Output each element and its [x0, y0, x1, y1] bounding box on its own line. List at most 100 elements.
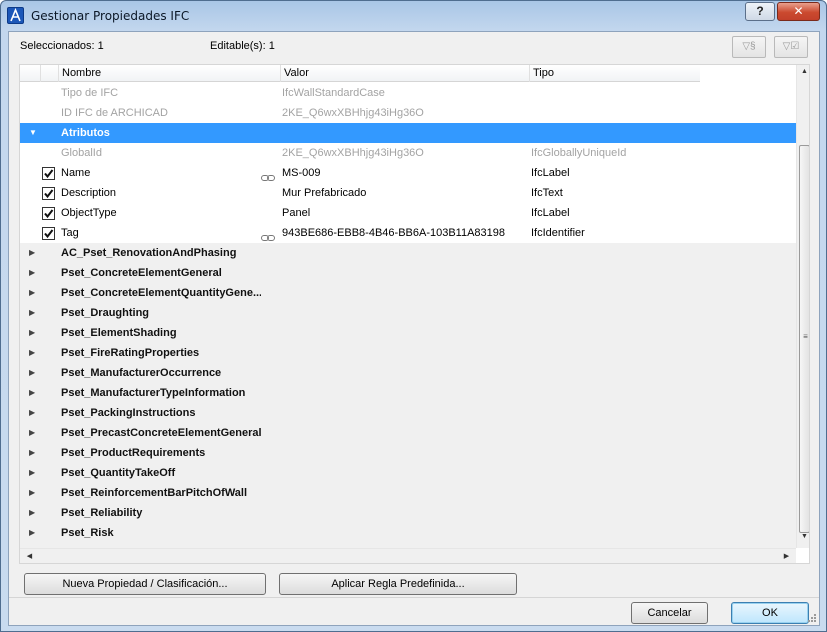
- include-checkbox[interactable]: [42, 187, 55, 200]
- column-header-name[interactable]: Nombre: [58, 65, 280, 82]
- expand-triangle-icon[interactable]: ▶: [29, 383, 35, 403]
- property-name: Pset_ReinforcementBarPitchOfWall: [61, 487, 248, 499]
- grid-header: Nombre Valor Tipo: [20, 65, 700, 82]
- property-set-row[interactable]: ▶ Pset_ConcreteElementQuantityGene...: [20, 283, 796, 303]
- property-set-row[interactable]: ▶ Pset_FireRatingProperties: [20, 343, 796, 363]
- expand-triangle-icon[interactable]: ▶: [29, 423, 35, 443]
- grip-lines-icon: ≡: [803, 332, 808, 341]
- expand-triangle-icon[interactable]: ▶: [29, 343, 35, 363]
- property-row[interactable]: Tipo de IFC IfcWallStandardCase: [20, 83, 796, 103]
- property-type: [531, 103, 771, 123]
- expand-triangle-icon[interactable]: ▶: [29, 283, 35, 303]
- filter-check-icon: ▽☑: [782, 41, 800, 52]
- include-checkbox[interactable]: [42, 167, 55, 180]
- property-value[interactable]: Mur Prefabricado: [282, 183, 528, 203]
- property-type: IfcLabel: [531, 167, 570, 179]
- scroll-right-icon[interactable]: ▶: [779, 552, 794, 560]
- property-row[interactable]: ID IFC de ARCHICAD 2KE_Q6wxXBHhjg43iHg36O: [20, 103, 796, 123]
- property-name: Pset_ProductRequirements: [61, 447, 206, 459]
- scroll-left-icon[interactable]: ◀: [22, 552, 37, 560]
- column-header-type[interactable]: Tipo: [529, 65, 700, 82]
- property-value: IfcWallStandardCase: [282, 87, 385, 99]
- expand-triangle-icon[interactable]: ▶: [29, 463, 35, 483]
- column-header-value[interactable]: Valor: [280, 65, 529, 82]
- expand-triangle-icon[interactable]: ▶: [29, 403, 35, 423]
- property-set-row[interactable]: ▶ Pset_ReinforcementBarPitchOfWall: [20, 483, 796, 503]
- filter-text-button[interactable]: ▽§: [732, 36, 766, 58]
- property-row[interactable]: ObjectType Panel IfcLabel: [20, 203, 796, 223]
- scroll-up-icon[interactable]: ▲: [797, 68, 809, 75]
- attributes-section-row[interactable]: ▼ Atributos: [20, 123, 796, 143]
- expand-triangle-icon[interactable]: ▶: [29, 303, 35, 323]
- property-set-row[interactable]: ▶ Pset_Draughting: [20, 303, 796, 323]
- property-name: Pset_ConcreteElementGeneral: [61, 267, 222, 279]
- property-name: Pset_ManufacturerTypeInformation: [61, 387, 246, 399]
- ok-button[interactable]: OK: [731, 602, 809, 624]
- property-set-row[interactable]: ▶ Pset_Reliability: [20, 503, 796, 523]
- expand-triangle-icon[interactable]: ▶: [29, 523, 35, 543]
- resize-grip-icon[interactable]: [807, 613, 817, 623]
- link-icon: [261, 169, 275, 181]
- property-set-row[interactable]: ▶ Pset_Risk: [20, 523, 796, 543]
- close-button[interactable]: ✕: [777, 2, 820, 21]
- property-set-row[interactable]: ▶ Pset_QuantityTakeOff: [20, 463, 796, 483]
- properties-grid[interactable]: Nombre Valor Tipo Tipo de IFC IfcWallStan…: [19, 64, 810, 564]
- help-button[interactable]: ?: [745, 2, 775, 21]
- property-name: GlobalId: [61, 147, 102, 159]
- property-set-row[interactable]: ▶ Pset_PrecastConcreteElementGeneral: [20, 423, 796, 443]
- footer-divider: [9, 597, 819, 598]
- property-name: Pset_ConcreteElementQuantityGene...: [61, 287, 261, 299]
- cancel-button[interactable]: Cancelar: [631, 602, 708, 624]
- grid-rows: Tipo de IFC IfcWallStandardCase ID IFC de …: [20, 83, 796, 548]
- property-set-row[interactable]: ▶ Pset_ProductRequirements: [20, 443, 796, 463]
- property-name: Pset_FireRatingProperties: [61, 347, 200, 359]
- dialog-window: Gestionar Propiedades IFC ? ✕ Selecciona…: [0, 0, 827, 632]
- scroll-down-icon[interactable]: ▼: [797, 533, 809, 540]
- property-type: IfcLabel: [531, 207, 570, 219]
- expand-triangle-icon[interactable]: ▶: [29, 443, 35, 463]
- vertical-scroll-thumb[interactable]: ≡: [799, 145, 809, 533]
- property-name: ID IFC de ARCHICAD: [61, 107, 168, 119]
- header-expander-column: [20, 65, 40, 82]
- horizontal-scrollbar[interactable]: ◀ ▶: [20, 548, 796, 563]
- expand-triangle-icon[interactable]: ▶: [29, 323, 35, 343]
- property-set-row[interactable]: ▶ Pset_ManufacturerTypeInformation: [20, 383, 796, 403]
- archicad-logo-icon: [7, 7, 24, 24]
- expand-triangle-icon[interactable]: ▶: [29, 363, 35, 383]
- property-row[interactable]: Description Mur Prefabricado IfcText: [20, 183, 796, 203]
- property-value[interactable]: 943BE686-EBB8-4B46-BB6A-103B11A83198: [282, 223, 528, 243]
- property-set-row[interactable]: ▶ Pset_ConcreteElementGeneral: [20, 263, 796, 283]
- expand-triangle-icon[interactable]: ▶: [29, 483, 35, 503]
- property-set-row[interactable]: ▶ Pset_ElementShading: [20, 323, 796, 343]
- new-property-button[interactable]: Nueva Propiedad / Clasificación...: [24, 573, 266, 595]
- property-name: Tipo de IFC: [61, 87, 119, 99]
- property-row[interactable]: GlobalId 2KE_Q6wxXBHhjg43iHg36O IfcGloball…: [20, 143, 796, 163]
- property-set-row[interactable]: ▶ AC_Pset_RenovationAndPhasing: [20, 243, 796, 263]
- expand-triangle-icon[interactable]: ▶: [29, 243, 35, 263]
- property-value: 2KE_Q6wxXBHhjg43iHg36O: [282, 107, 424, 119]
- property-name: Pset_Draughting: [61, 307, 150, 319]
- property-row[interactable]: Name MS-009 IfcLabel: [20, 163, 796, 183]
- vertical-scrollbar[interactable]: ▲ ≡ ▼: [796, 65, 809, 548]
- include-checkbox[interactable]: [42, 227, 55, 240]
- property-type: IfcIdentifier: [531, 227, 585, 239]
- property-value: 2KE_Q6wxXBHhjg43iHg36O: [282, 147, 424, 159]
- property-name: Atributos: [61, 127, 110, 139]
- property-set-row[interactable]: ▶ Pset_PackingInstructions: [20, 403, 796, 423]
- window-title: Gestionar Propiedades IFC: [31, 9, 190, 23]
- property-set-row[interactable]: ▶ Pset_ManufacturerOccurrence: [20, 363, 796, 383]
- expand-triangle-icon[interactable]: ▶: [29, 263, 35, 283]
- include-checkbox[interactable]: [42, 207, 55, 220]
- title-bar[interactable]: Gestionar Propiedades IFC ? ✕: [1, 1, 826, 31]
- property-row[interactable]: Tag 943BE686-EBB8-4B46-BB6A-103B11A83198 I…: [20, 223, 796, 243]
- property-value[interactable]: Panel: [282, 203, 528, 223]
- filter-check-button[interactable]: ▽☑: [774, 36, 808, 58]
- property-value[interactable]: MS-009: [282, 163, 528, 183]
- collapse-triangle-icon[interactable]: ▼: [29, 123, 37, 143]
- property-type: [531, 83, 771, 103]
- filter-text-icon: ▽§: [742, 41, 756, 52]
- expand-triangle-icon[interactable]: ▶: [29, 503, 35, 523]
- property-name: Pset_PackingInstructions: [61, 407, 196, 419]
- property-name: ObjectType: [61, 207, 117, 219]
- apply-rule-button[interactable]: Aplicar Regla Predefinida...: [279, 573, 517, 595]
